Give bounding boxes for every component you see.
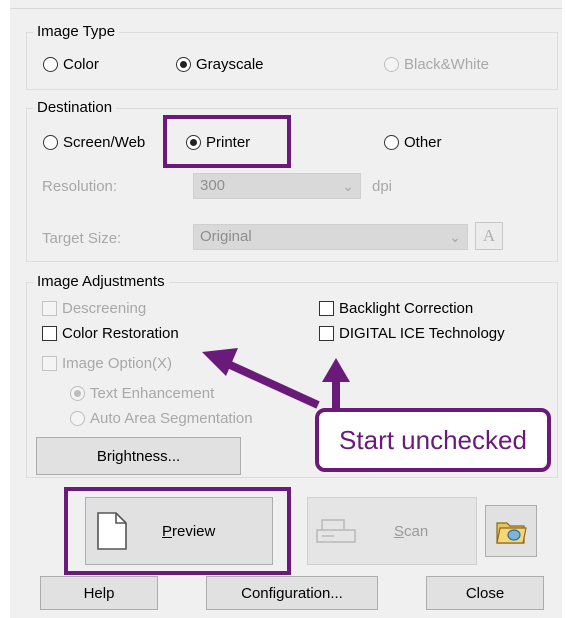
checkbox-descreening-box — [42, 301, 57, 316]
radio-text-enhancement-circle — [70, 386, 85, 401]
destination-label: Destination — [33, 100, 117, 116]
preview-highlight — [64, 487, 291, 575]
radio-screen-web-circle — [43, 135, 58, 150]
target-size-combo[interactable]: Original ⌄ — [193, 224, 468, 250]
resolution-combo[interactable]: 300 ⌄ — [193, 173, 361, 199]
target-size-label: Target Size: — [42, 230, 122, 247]
checkbox-digital-ice[interactable]: DIGITAL ICE Technology — [319, 325, 505, 342]
radio-color-circle — [43, 57, 58, 72]
radio-grayscale-circle — [176, 57, 191, 72]
radio-auto-area-segmentation-label: Auto Area Segmentation — [90, 410, 253, 427]
callout-box: Start unchecked — [315, 408, 551, 472]
configuration-button[interactable]: Configuration... — [206, 576, 378, 610]
radio-color-label: Color — [63, 56, 99, 73]
checkbox-backlight-correction[interactable]: Backlight Correction — [319, 300, 473, 317]
radio-black-white[interactable]: Black&White — [384, 56, 489, 73]
configuration-button-label: Configuration... — [241, 584, 343, 602]
open-folder-button[interactable] — [485, 505, 537, 557]
brightness-button[interactable]: Brightness... — [36, 437, 241, 475]
checkbox-image-option-box — [42, 356, 57, 371]
close-button-label: Close — [465, 584, 505, 602]
image-type-label: Image Type — [33, 24, 120, 40]
printer-highlight — [163, 115, 291, 168]
chevron-down-icon: ⌄ — [449, 229, 461, 245]
font-size-button[interactable]: A — [475, 222, 503, 250]
radio-other-circle — [384, 135, 399, 150]
radio-other[interactable]: Other — [384, 134, 442, 151]
radio-screen-web[interactable]: Screen/Web — [43, 134, 145, 151]
checkbox-color-restoration[interactable]: Color Restoration — [42, 325, 179, 342]
brightness-button-label: Brightness... — [96, 447, 181, 465]
resolution-unit: dpi — [372, 178, 393, 195]
checkbox-backlight-correction-box — [319, 301, 334, 316]
radio-text-enhancement-label: Text Enhancement — [90, 385, 215, 402]
checkbox-digital-ice-label: DIGITAL ICE Technology — [339, 325, 505, 342]
checkbox-color-restoration-box — [42, 326, 57, 341]
checkbox-descreening-label: Descreening — [62, 300, 147, 317]
checkbox-descreening[interactable]: Descreening — [42, 300, 146, 317]
radio-text-enhancement[interactable]: Text Enhancement — [70, 385, 214, 402]
checkbox-image-option-label: Image Option(X) — [62, 355, 173, 372]
radio-other-label: Other — [404, 134, 442, 151]
radio-screen-web-label: Screen/Web — [63, 134, 146, 151]
close-button[interactable]: Close — [426, 576, 544, 610]
chevron-down-icon: ⌄ — [342, 178, 354, 194]
radio-auto-area-segmentation[interactable]: Auto Area Segmentation — [70, 410, 253, 427]
scanner-icon — [316, 519, 356, 543]
checkbox-backlight-correction-label: Backlight Correction — [339, 300, 474, 317]
resolution-value: 300 — [200, 177, 226, 194]
callout-text: Start unchecked — [339, 424, 527, 455]
scan-button-label: Scan — [394, 522, 429, 540]
resolution-label: Resolution: — [42, 178, 118, 195]
top-divider — [10, 8, 562, 9]
checkbox-image-option[interactable]: Image Option(X) — [42, 355, 172, 372]
font-a-icon: A — [482, 226, 496, 245]
scan-button[interactable]: Scan — [307, 497, 477, 565]
target-size-value: Original — [200, 228, 252, 245]
radio-auto-area-segmentation-circle — [70, 411, 85, 426]
checkbox-digital-ice-box — [319, 326, 334, 341]
help-button-label: Help — [83, 584, 115, 602]
radio-grayscale-label: Grayscale — [196, 56, 264, 73]
radio-color[interactable]: Color — [43, 56, 99, 73]
radio-black-white-circle — [384, 57, 399, 72]
image-adjustments-label: Image Adjustments — [33, 274, 169, 290]
radio-grayscale[interactable]: Grayscale — [176, 56, 264, 73]
checkbox-color-restoration-label: Color Restoration — [62, 325, 179, 342]
radio-black-white-label: Black&White — [404, 56, 490, 73]
folder-icon — [496, 522, 527, 544]
help-button[interactable]: Help — [40, 576, 158, 610]
